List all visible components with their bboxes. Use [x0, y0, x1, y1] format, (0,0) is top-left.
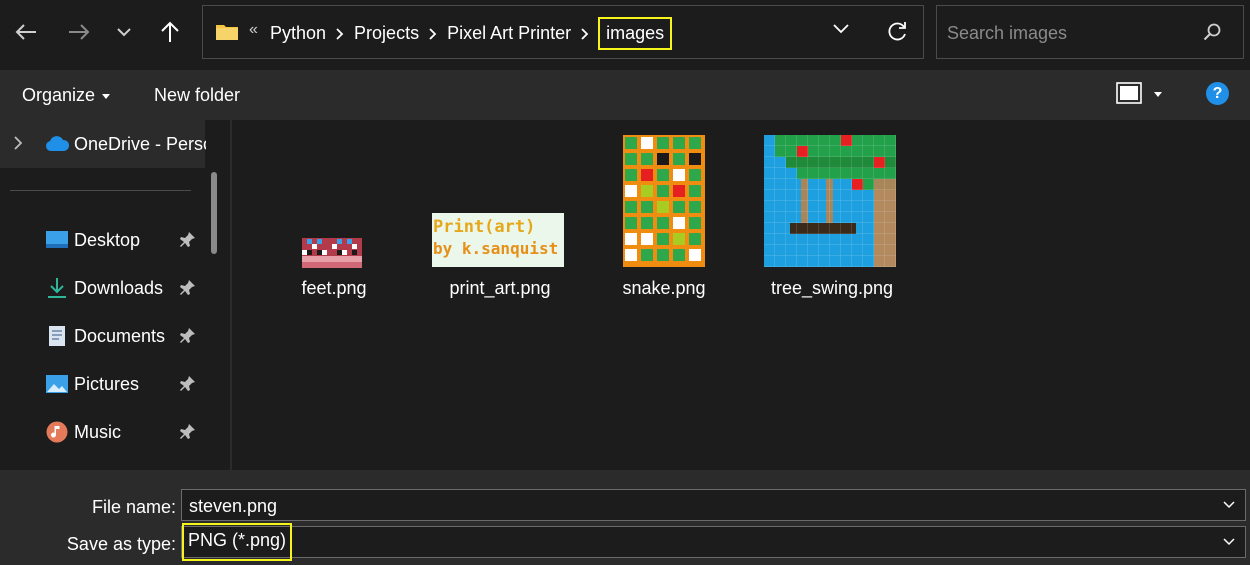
help-button[interactable]: ?	[1206, 82, 1229, 105]
file-item-tree-swing[interactable]: tree_swing.png	[752, 120, 912, 310]
forward-button[interactable]	[61, 14, 97, 50]
overflow-marker[interactable]: «	[249, 21, 258, 39]
save-type-label: Save as type:	[66, 534, 176, 554]
caret-down-icon	[102, 93, 111, 99]
desktop-icon	[46, 231, 68, 248]
file-name-value[interactable]: steven.png	[189, 496, 277, 517]
organize-label: Organize	[22, 85, 96, 105]
chevron-right-icon[interactable]	[420, 27, 446, 40]
refresh-icon[interactable]	[886, 21, 908, 43]
recent-locations-button[interactable]	[106, 14, 142, 50]
file-thumbnail-feet	[302, 238, 362, 268]
chevron-right-icon[interactable]	[572, 27, 598, 40]
download-icon	[48, 278, 66, 298]
sidebar-item-onedrive[interactable]: OneDrive - Perso	[0, 120, 213, 168]
sidebar-item-label: Pictures	[74, 374, 140, 394]
chevron-down-icon[interactable]	[1223, 501, 1235, 509]
navigation-pane: OneDrive - Perso Desktop Downloads Docum…	[0, 120, 230, 470]
command-bar: Organize New folder ?	[0, 70, 1250, 120]
folder-icon	[216, 25, 238, 40]
file-item-print-art[interactable]: Print(art) by k.sanquist print_art.png	[420, 120, 580, 310]
view-options-caret-icon[interactable]	[1154, 92, 1162, 97]
back-button[interactable]	[8, 14, 44, 50]
sidebar-item-label: Music	[74, 422, 122, 442]
navigation-bar: « Python Projects Pixel Art Printer imag…	[0, 0, 1250, 70]
arrow-left-icon	[15, 24, 36, 40]
sidebar-item-label: Desktop	[74, 230, 141, 250]
scrollbar-thumb[interactable]	[211, 172, 217, 254]
pin-icon[interactable]	[180, 423, 196, 441]
chevron-right-icon[interactable]	[327, 27, 353, 40]
view-pane-icon[interactable]	[1116, 82, 1142, 106]
sidebar-item-videos[interactable]	[0, 460, 205, 470]
file-name: print_art.png	[449, 278, 551, 298]
new-folder-label: New folder	[154, 85, 241, 105]
file-name-label: File name:	[91, 497, 176, 517]
sidebar-item-label: Downloads	[74, 278, 164, 298]
new-folder-button[interactable]: New folder	[154, 85, 240, 106]
file-name: feet.png	[301, 278, 367, 298]
sidebar-divider	[10, 190, 191, 191]
arrow-up-icon	[161, 21, 179, 42]
pin-icon[interactable]	[180, 279, 196, 297]
sidebar-item-downloads[interactable]: Downloads	[0, 268, 205, 308]
pin-icon[interactable]	[180, 327, 196, 345]
search-icon[interactable]	[1203, 23, 1221, 41]
file-name: snake.png	[622, 278, 706, 298]
sidebar-scrollbar[interactable]	[206, 120, 222, 470]
pictures-icon	[46, 375, 68, 393]
sidebar-item-music[interactable]: Music	[0, 412, 205, 452]
file-name: tree_swing.png	[770, 278, 894, 298]
file-name-field[interactable]: steven.png	[181, 489, 1246, 521]
breadcrumb: Python Projects Pixel Art Printer images	[269, 17, 673, 50]
save-type-select[interactable]: PNG (*.png)	[181, 523, 1246, 561]
save-type-value[interactable]: PNG (*.png)	[182, 523, 293, 561]
file-thumbnail-snake	[623, 135, 705, 267]
thumbnail-text-line2: by k.sanquist	[433, 239, 559, 258]
save-panel: File name: steven.png Save as type: PNG …	[0, 470, 1250, 565]
breadcrumb-projects[interactable]: Projects	[353, 23, 420, 44]
file-thumbnail-tree-swing	[764, 135, 896, 267]
breadcrumb-pixel-art-printer[interactable]: Pixel Art Printer	[446, 23, 572, 44]
onedrive-cloud-icon	[45, 136, 70, 151]
chevron-down-icon[interactable]	[1223, 538, 1235, 546]
document-icon	[49, 326, 65, 346]
sidebar-item-documents[interactable]: Documents	[0, 316, 205, 356]
organize-button[interactable]: Organize	[22, 85, 111, 106]
sidebar-item-pictures[interactable]: Pictures	[0, 364, 205, 404]
pin-icon[interactable]	[180, 231, 196, 249]
search-box[interactable]	[936, 5, 1244, 59]
file-thumbnail-print-art: Print(art) by k.sanquist	[432, 213, 564, 267]
chevron-down-icon	[117, 27, 131, 36]
address-history-dropdown-icon[interactable]	[833, 24, 849, 34]
sidebar-item-label: Documents	[74, 326, 166, 346]
thumbnail-text-line1: Print(art)	[433, 217, 536, 237]
music-icon	[46, 421, 68, 443]
arrow-right-icon	[69, 24, 90, 40]
address-bar[interactable]: « Python Projects Pixel Art Printer imag…	[202, 5, 924, 59]
file-item-snake[interactable]: snake.png	[584, 120, 744, 310]
breadcrumb-python[interactable]: Python	[269, 23, 327, 44]
file-list: feet.png Print(art) by k.sanquist print_…	[232, 120, 1250, 470]
sidebar-item-desktop[interactable]: Desktop	[0, 220, 205, 260]
breadcrumb-images[interactable]: images	[598, 17, 673, 50]
file-item-feet[interactable]: feet.png	[254, 120, 414, 310]
pin-icon[interactable]	[180, 375, 196, 393]
expand-chevron-icon[interactable]	[14, 136, 22, 150]
sidebar-item-label: OneDrive - Perso	[74, 134, 214, 154]
up-button[interactable]	[152, 14, 188, 50]
search-input[interactable]	[947, 20, 1197, 46]
